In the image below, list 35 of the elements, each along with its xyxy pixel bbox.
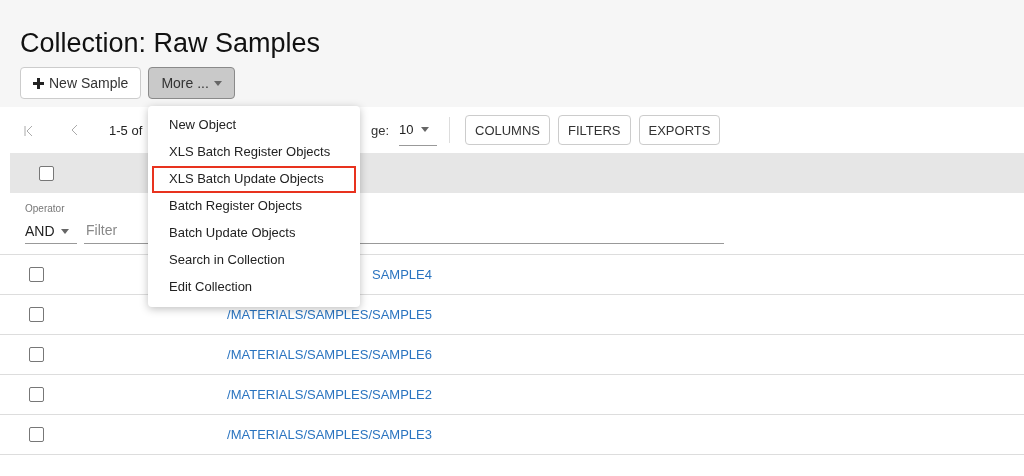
previous-page-icon[interactable] bbox=[72, 125, 78, 135]
caret-icon bbox=[421, 127, 430, 132]
row-checkbox[interactable] bbox=[29, 387, 44, 402]
rows-per-page-label: ge: bbox=[370, 122, 389, 138]
menu-item[interactable]: Edit Collection bbox=[152, 274, 356, 301]
row-checkbox[interactable] bbox=[29, 347, 44, 362]
more-button[interactable]: More ... bbox=[148, 67, 235, 99]
toolbar-button[interactable]: EXPORTS bbox=[638, 115, 721, 145]
menu-item[interactable]: Search in Collection bbox=[152, 247, 356, 274]
plus-icon bbox=[33, 77, 44, 89]
sample-link[interactable]: /MATERIALS/SAMPLES/SAMPLE2 bbox=[227, 387, 432, 402]
toolbar-button[interactable]: COLUMNS bbox=[465, 115, 550, 145]
menu-item[interactable]: Batch Register Objects bbox=[152, 193, 356, 220]
new-sample-button[interactable]: New Sample bbox=[20, 67, 142, 99]
sample-link[interactable]: SAMPLE4 bbox=[372, 267, 432, 282]
menu-item[interactable]: XLS Batch Update Objects bbox=[152, 166, 356, 193]
menu-item[interactable]: XLS Batch Register Objects bbox=[152, 139, 356, 166]
sample-link[interactable]: /MATERIALS/SAMPLES/SAMPLE5 bbox=[227, 307, 432, 322]
sample-link[interactable]: /MATERIALS/SAMPLES/SAMPLE6 bbox=[227, 347, 432, 362]
operator-select[interactable]: AND bbox=[25, 219, 77, 244]
select-all-checkbox[interactable] bbox=[39, 165, 54, 181]
toolbar-button[interactable]: FILTERS bbox=[558, 115, 631, 145]
row-checkbox[interactable] bbox=[29, 267, 44, 282]
page-range: 1-5 of bbox=[109, 122, 144, 138]
first-page-icon[interactable] bbox=[24, 125, 33, 136]
row-checkbox[interactable] bbox=[29, 427, 44, 442]
menu-item[interactable]: Batch Update Objects bbox=[152, 220, 356, 247]
caret-icon bbox=[60, 228, 69, 234]
menu-item[interactable]: New Object bbox=[152, 112, 356, 139]
sample-link[interactable]: /MATERIALS/SAMPLES/SAMPLE3 bbox=[227, 427, 432, 442]
page-title: Collection: Raw Samples bbox=[20, 28, 322, 59]
operator-label: Operator bbox=[25, 203, 66, 214]
rows-per-page-select[interactable]: 10 bbox=[399, 114, 437, 146]
caret-icon bbox=[213, 80, 222, 86]
row-checkbox[interactable] bbox=[29, 307, 44, 322]
